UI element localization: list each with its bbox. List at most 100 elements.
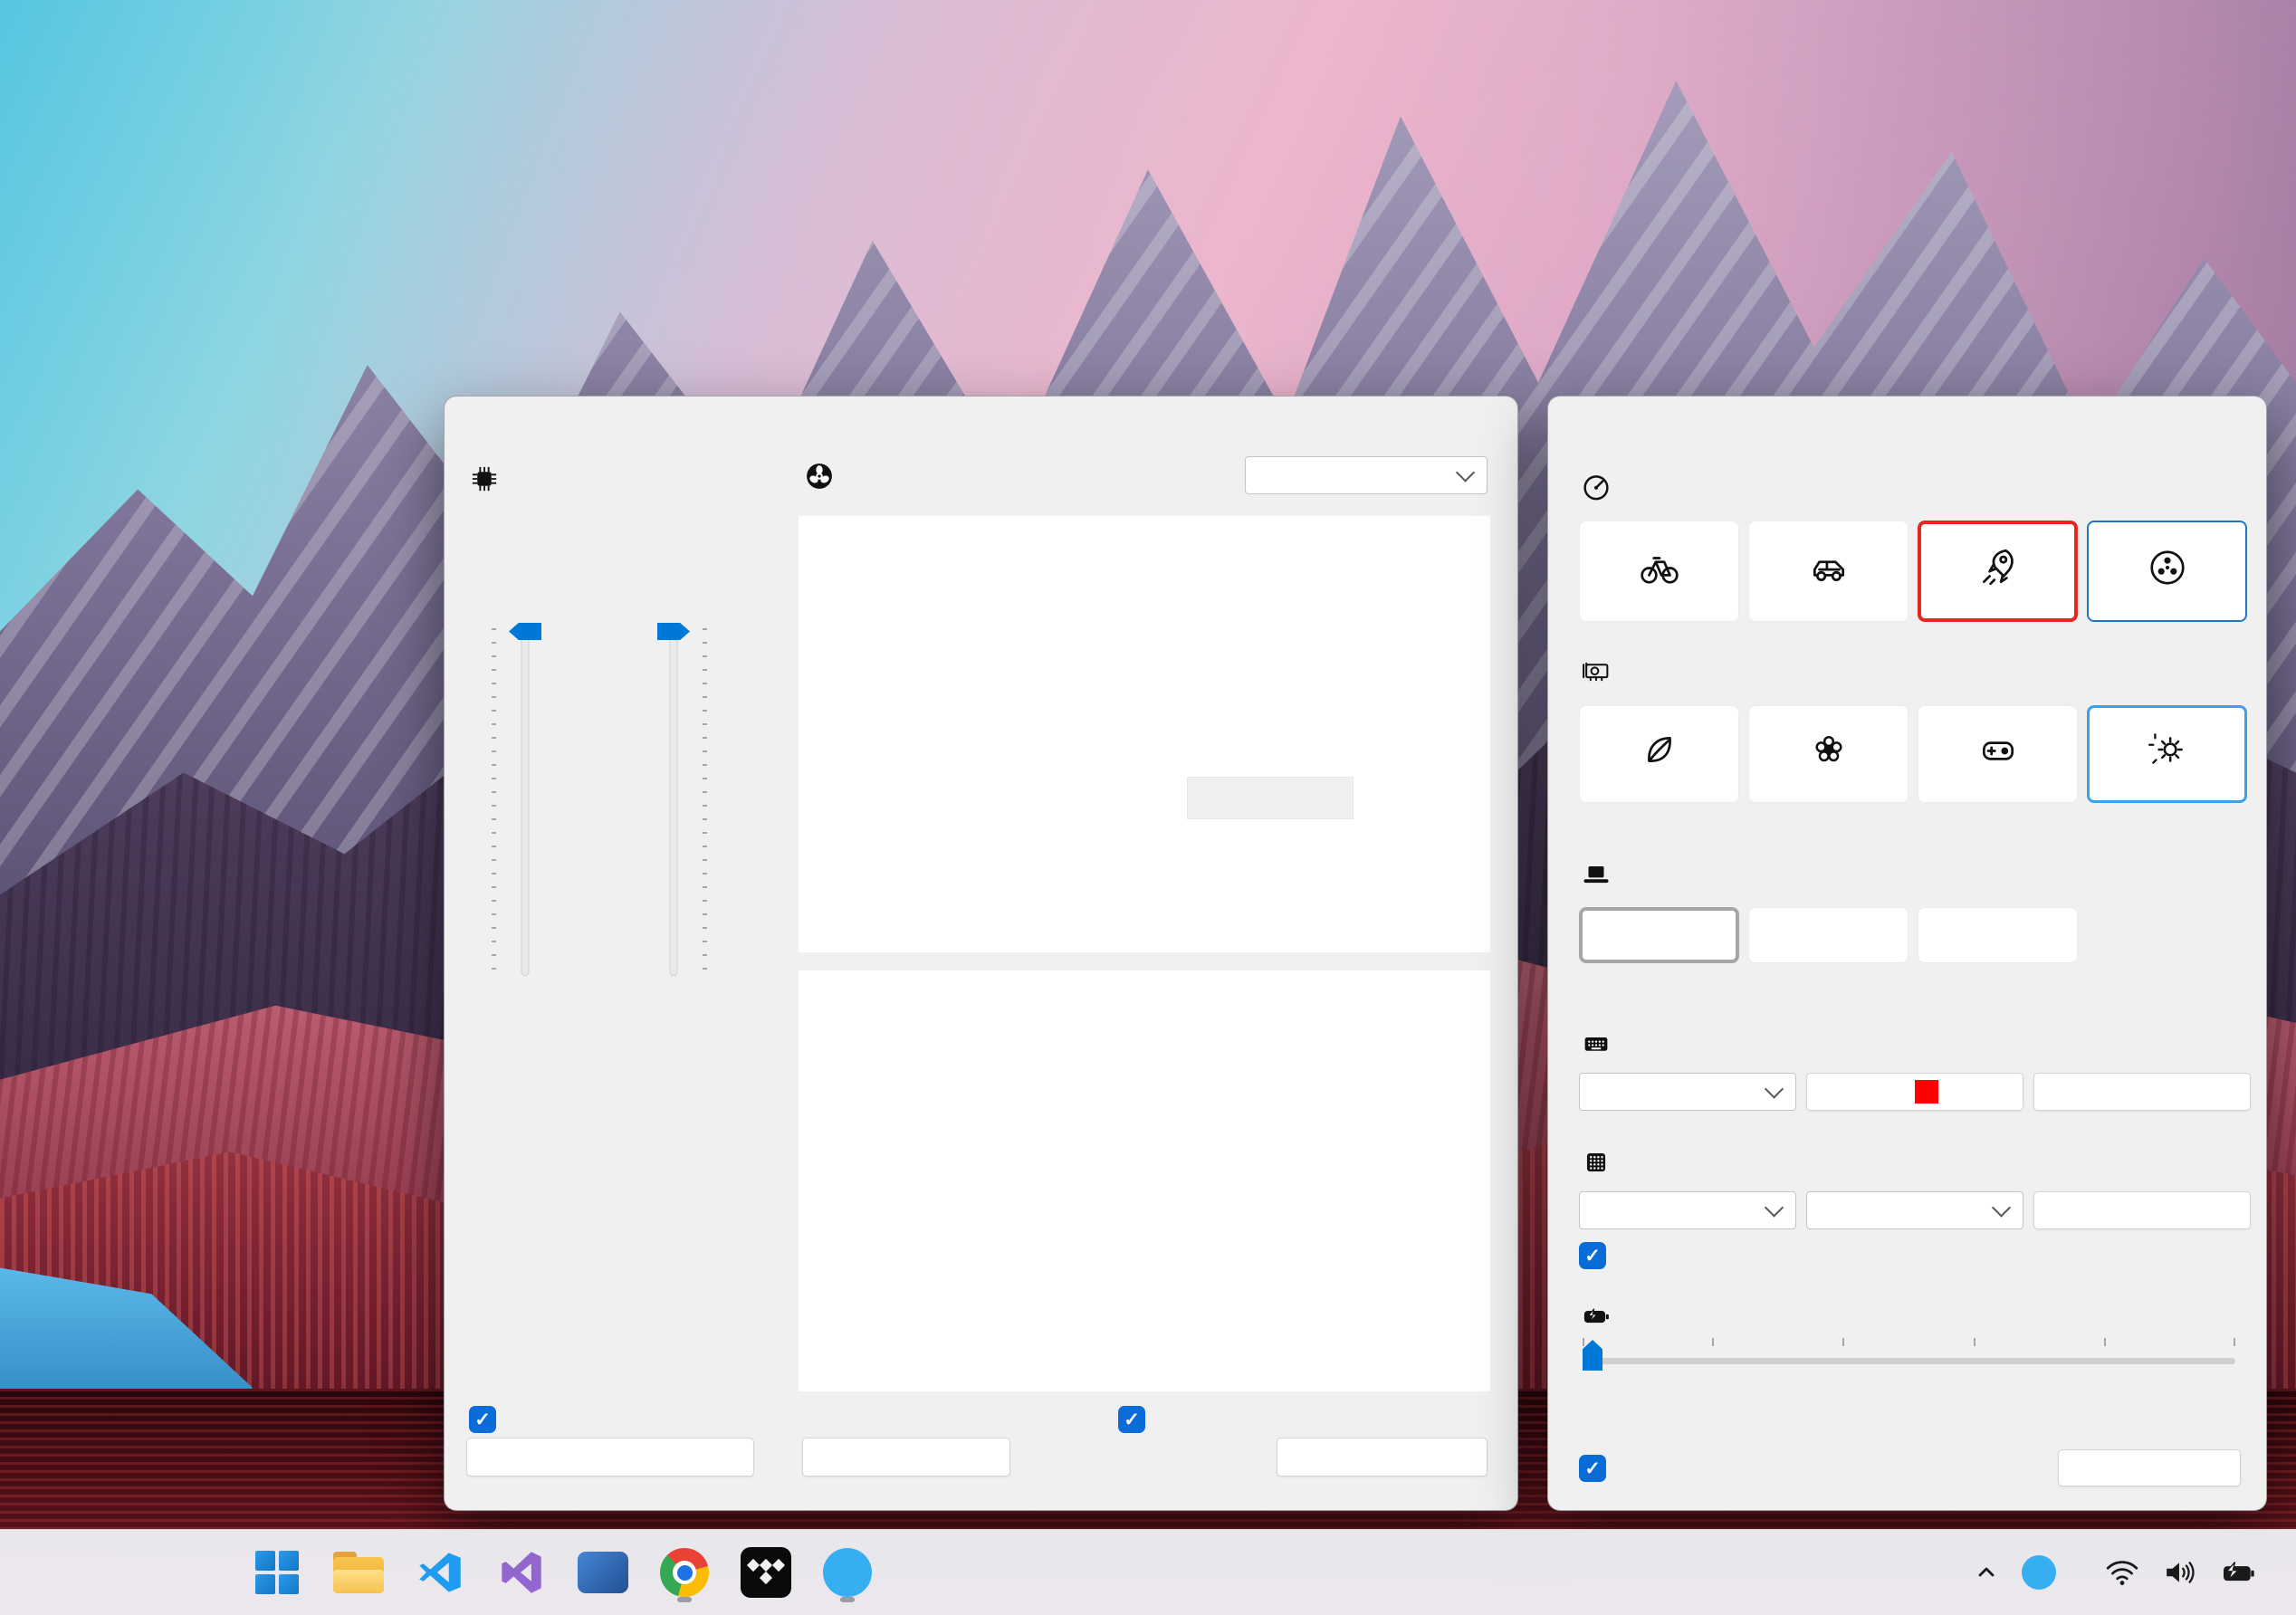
matrix-brightness-select[interactable] [1579,1191,1796,1229]
windows-logo-icon [255,1551,299,1594]
car-icon [1813,559,1844,581]
fan-auto-apply-checkbox[interactable] [1118,1406,1156,1433]
cpu-slider-thumb[interactable] [657,623,690,640]
laptop-screen-header [1581,860,1623,891]
g-helper-icon [823,1548,872,1597]
keyboard-color-button[interactable] [1806,1073,2023,1111]
close-icon[interactable] [1463,407,1497,442]
laptop-icon [1583,865,1609,884]
fan-icon [2149,549,2185,585]
matrix-battery-checkbox[interactable] [1579,1242,1617,1269]
start-button[interactable] [244,1540,310,1605]
gpu-mode-header [1581,656,1623,687]
close-icon[interactable] [2212,407,2246,442]
screen-120hz-od-button[interactable] [1918,907,2078,963]
turbo-mode-button[interactable] [1918,521,2078,622]
matrix-running-select[interactable] [1806,1191,2023,1229]
g-helper-tray-icon[interactable] [2022,1555,2056,1590]
running-indicator [677,1597,692,1602]
vscode-icon [419,1553,461,1592]
checkbox-check-icon[interactable] [1118,1406,1145,1433]
desktop [0,0,2296,1615]
rocket-icon [1982,549,2014,585]
vscode-button[interactable] [407,1540,473,1605]
chevron-down-icon [1764,1198,1784,1218]
total-power-slider[interactable] [492,623,546,976]
bicycle-icon [1640,556,1679,584]
optimized-gpu-button[interactable] [2087,705,2247,803]
taskbar-apps [244,1530,880,1615]
chevron-down-icon [1764,1079,1784,1099]
flower-icon [1814,735,1842,761]
battery-limit-header [1581,1302,1623,1333]
slider-track[interactable] [521,623,530,976]
volume-icon[interactable] [2164,1558,2196,1587]
file-explorer-button[interactable] [326,1540,391,1605]
gpu-fan-chart[interactable] [799,970,1490,1391]
powershell-icon [578,1552,628,1593]
chrome-button[interactable] [652,1540,717,1605]
power-auto-apply-checkbox[interactable] [469,1406,507,1433]
apply-fan-curve-button[interactable] [1277,1438,1488,1476]
checkbox-check-icon[interactable] [469,1406,496,1433]
cpu-fan-chart[interactable] [799,516,1490,952]
slider-ticks [492,628,496,970]
cpu-boost-select[interactable] [1245,456,1488,494]
bulb-gear-icon [2148,732,2183,764]
folder-icon [333,1552,384,1593]
gpu-card-icon [1583,662,1609,682]
laptop-keyboard-header [1581,1028,1623,1059]
matrix-icon [1586,1152,1606,1172]
powershell-button[interactable] [570,1540,636,1605]
keyboard-icon [1584,1037,1608,1051]
eco-gpu-button[interactable] [1579,705,1739,803]
chevron-down-icon [1455,463,1476,483]
matrix-picture-gif-button[interactable] [2033,1191,2251,1229]
anime-matrix-header [1581,1147,1623,1178]
chip-icon [472,466,497,492]
cpu-power-slider[interactable] [653,623,707,976]
standard-gpu-button[interactable] [1748,705,1909,803]
running-indicator [840,1597,855,1602]
checkbox-check-icon[interactable] [1579,1455,1606,1482]
chrome-icon [660,1548,709,1597]
factory-defaults-button[interactable] [802,1438,1010,1476]
battery-charging-icon[interactable] [2221,1558,2255,1587]
gauge-icon [1583,475,1609,501]
power-limits-header [469,463,512,494]
checkbox-check-icon[interactable] [1579,1242,1606,1269]
apply-power-limits-button[interactable] [466,1438,754,1476]
visual-studio-button[interactable] [489,1540,554,1605]
quit-button[interactable] [2058,1449,2241,1486]
ultimate-gpu-button[interactable] [1918,705,2078,803]
screen-auto-button[interactable] [1579,907,1739,963]
battery-bolt-icon [1583,1308,1609,1324]
performance-mode-header [1581,472,1623,502]
tidal-icon [741,1547,791,1598]
total-slider-thumb[interactable] [509,623,541,640]
tray-chevron-up-icon[interactable] [1976,1562,1997,1583]
fans-and-power-window [444,396,1518,1511]
balanced-mode-button[interactable] [1748,521,1909,622]
silent-mode-button[interactable] [1579,521,1739,622]
g-helper-window [1547,396,2267,1511]
chevron-down-icon [1991,1198,2012,1218]
keyboard-extra-button[interactable] [2033,1073,2251,1111]
screen-60hz-button[interactable] [1748,907,1909,963]
battery-limit-slider[interactable] [1583,1338,2235,1378]
slider-track[interactable] [669,623,678,976]
slider-track[interactable] [1583,1358,2235,1364]
slider-ticks [1583,1338,2235,1346]
wifi-icon[interactable] [2105,1559,2139,1586]
tidal-button[interactable] [733,1540,799,1605]
keyboard-mode-select[interactable] [1579,1073,1796,1111]
visual-studio-icon [502,1552,541,1593]
console-icon [1982,741,2014,760]
run-on-startup-checkbox[interactable] [1579,1455,1617,1482]
slider-ticks [703,628,707,970]
leaf-icon [1647,736,1671,762]
fan-curve-tooltip [1187,777,1354,819]
fan-profiles-header [803,460,847,492]
g-helper-button[interactable] [815,1540,880,1605]
fans-power-button[interactable] [2087,521,2247,622]
